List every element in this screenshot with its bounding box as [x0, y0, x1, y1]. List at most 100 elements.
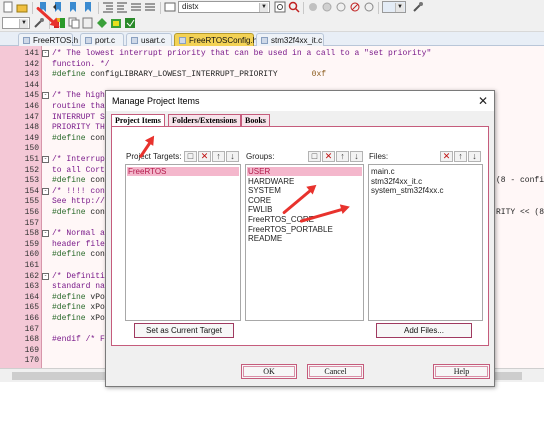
fold-toggle-icon[interactable]: - [42, 156, 49, 163]
breakpoint-icon[interactable] [321, 1, 333, 13]
window-layout-select[interactable]: ▼ [382, 1, 406, 13]
tab-freertos-h[interactable]: FreeRTOS.h [18, 33, 78, 46]
project-targets-list[interactable]: FreeRTOS [125, 164, 241, 321]
kill-all-icon[interactable] [363, 1, 375, 13]
add-files-button[interactable]: Add Files... [376, 323, 472, 338]
project-items-panel: Project Targets: □ ✕ ↑ ↓ FreeRTOS Set as… [111, 126, 489, 346]
pack-installer-icon[interactable] [110, 17, 122, 29]
move-file-up-icon[interactable]: ↑ [454, 151, 467, 162]
find-target-select[interactable]: distx ▼ [178, 1, 270, 13]
open-folder-icon[interactable] [16, 1, 28, 13]
indent-icon[interactable] [102, 1, 114, 13]
disable-breakpoint-icon[interactable] [335, 1, 347, 13]
code-token: /* Definiti [52, 271, 105, 281]
list-item[interactable]: FreeRTOS_PORTABLE [248, 225, 333, 234]
delete-group-icon[interactable]: ✕ [322, 151, 335, 162]
tab-port-c[interactable]: port.c [80, 33, 124, 46]
line-number: 166 [24, 314, 39, 323]
manage-project-items-dialog: Manage Project Items ✕ Project Items Fol… [105, 90, 495, 387]
code-token: /* The high [52, 91, 105, 101]
prev-bookmark-icon[interactable] [52, 1, 64, 13]
tab-stm32f4xx-it-c[interactable]: stm32f4xx_it.c [256, 33, 324, 46]
new-file-icon[interactable] [2, 1, 14, 13]
cancel-button[interactable]: Cancel [307, 364, 364, 379]
clear-bookmarks-icon[interactable] [82, 1, 94, 13]
set-as-current-target-button[interactable]: Set as Current Target [134, 323, 234, 338]
line-number: 147 [24, 112, 39, 122]
help-button[interactable]: Help [433, 364, 490, 379]
tab-books[interactable]: Books [241, 114, 270, 126]
find-in-files-icon[interactable] [164, 1, 176, 13]
toolbar-select[interactable]: ▼ [2, 17, 30, 29]
list-item[interactable]: FWLIB [248, 205, 272, 214]
comment-icon[interactable] [130, 1, 142, 13]
find-icon[interactable] [274, 1, 286, 13]
list-item[interactable]: FreeRTOS [127, 167, 239, 176]
move-file-down-icon[interactable]: ↓ [468, 151, 481, 162]
ok-button[interactable]: OK [241, 364, 297, 379]
code-token: xPo [85, 303, 105, 313]
target-options-icon[interactable] [33, 17, 45, 29]
move-group-up-icon[interactable]: ↑ [336, 151, 349, 162]
fold-toggle-icon[interactable]: - [42, 92, 49, 100]
list-item[interactable]: HARDWARE [248, 177, 294, 186]
groups-list[interactable]: USER HARDWARE SYSTEM CORE FWLIB FreeRTOS_CORE… [245, 164, 364, 321]
paste-icon[interactable] [82, 17, 94, 29]
list-item[interactable]: SYSTEM [248, 186, 281, 195]
diamond-icon[interactable] [96, 17, 108, 29]
code-line: /* Normal a [52, 229, 105, 239]
new-target-icon[interactable]: □ [184, 151, 197, 162]
code-line: #define con [52, 176, 105, 186]
fold-toggle-icon[interactable]: - [42, 272, 49, 280]
line-number: 164 [24, 292, 39, 302]
fold-toggle-icon[interactable]: - [42, 230, 49, 238]
configure-icon[interactable] [412, 1, 424, 13]
delete-file-icon[interactable]: ✕ [440, 151, 453, 162]
incremental-find-icon[interactable] [288, 1, 300, 13]
unindent-icon[interactable] [116, 1, 128, 13]
debug-start-icon[interactable] [307, 1, 319, 13]
copy-icon[interactable] [68, 17, 80, 29]
list-item[interactable]: README [248, 234, 282, 243]
software-packs-icon[interactable] [124, 17, 136, 29]
code-token: /* The lowest interrupt priority that ca… [52, 49, 432, 58]
code-line: header file [52, 240, 105, 250]
kill-breakpoints-icon[interactable] [349, 1, 361, 13]
code-line: #endif /* F [52, 335, 105, 345]
files-list[interactable]: main.c stm32f4xx_it.c system_stm32f4xx.c [368, 164, 483, 321]
line-number: 150 [24, 144, 39, 154]
tab-label: usart.c [141, 36, 166, 45]
code-line-overflow: (8 - confi [496, 176, 544, 186]
uncomment-icon[interactable] [144, 1, 156, 13]
close-icon[interactable]: ✕ [476, 94, 490, 108]
fold-toggle-icon[interactable]: - [42, 50, 49, 57]
line-number: 145 [24, 91, 39, 101]
new-group-icon[interactable]: □ [308, 151, 321, 162]
move-target-up-icon[interactable]: ↑ [212, 151, 225, 162]
list-item[interactable]: CORE [248, 196, 271, 205]
next-bookmark-icon[interactable] [67, 1, 79, 13]
line-number: 165 [24, 303, 39, 313]
list-item[interactable]: stm32f4xx_it.c [371, 177, 422, 186]
line-number: 154 [24, 186, 39, 196]
tab-freertosconfig-h[interactable]: FreeRTOSConfig.h [174, 33, 257, 46]
line-number: 144 [24, 80, 39, 90]
tab-usart-c[interactable]: usart.c [126, 33, 172, 46]
move-target-down-icon[interactable]: ↓ [226, 151, 239, 162]
tab-label: stm32f4xx_it.c [271, 36, 323, 45]
code-token: #define [52, 303, 86, 313]
code-token: /* Normal a [52, 229, 105, 239]
list-item[interactable]: USER [247, 167, 362, 176]
delete-target-icon[interactable]: ✕ [198, 151, 211, 162]
tab-folders-extensions[interactable]: Folders/Extensions [168, 114, 241, 126]
file-icon [85, 37, 92, 44]
dialog-title-bar[interactable]: Manage Project Items ✕ [106, 91, 494, 111]
list-item[interactable]: system_stm32f4xx.c [371, 186, 443, 195]
line-number: 149 [24, 133, 39, 143]
list-item[interactable]: main.c [371, 167, 395, 176]
move-group-down-icon[interactable]: ↓ [350, 151, 363, 162]
code-line: #define xPo [52, 314, 105, 324]
code-line: #define con [52, 208, 105, 218]
code-line: function. */ [52, 60, 110, 70]
fold-toggle-icon[interactable]: - [42, 187, 49, 195]
